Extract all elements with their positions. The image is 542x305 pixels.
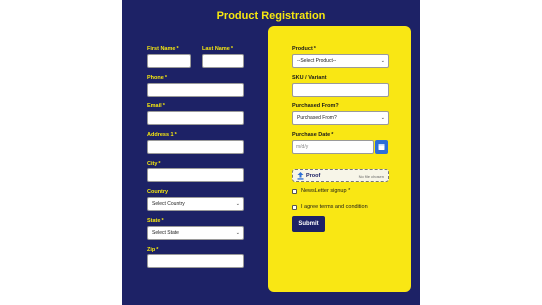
required-mark: * (331, 132, 334, 138)
country-select-value: Select Country (152, 201, 185, 207)
address1-input[interactable] (147, 140, 244, 154)
purchased-from-select[interactable]: Purchased From? ⌄ (292, 111, 389, 125)
address1-label: Address 1* (147, 132, 177, 139)
purchase-date-label-text: Purchase Date (292, 132, 331, 138)
country-select[interactable]: Select Country ⌄ (147, 197, 244, 211)
first-name-label: First Name* (147, 46, 179, 53)
purchased-from-label: Purchased From? (292, 103, 339, 109)
state-select[interactable]: Select State ⌄ (147, 226, 244, 240)
newsletter-checkbox[interactable] (292, 189, 297, 194)
required-mark: * (174, 132, 177, 138)
phone-input[interactable] (147, 83, 244, 97)
zip-input[interactable] (147, 254, 244, 268)
last-name-input[interactable] (202, 54, 244, 68)
product-label-text: Product (292, 46, 313, 52)
product-select-value: --Select Product-- (297, 58, 337, 64)
chevron-down-icon: ⌄ (235, 201, 240, 207)
sku-label: SKU / Variant (292, 75, 327, 81)
chevron-down-icon: ⌄ (380, 58, 385, 64)
purchase-date-input[interactable]: m/d/y (292, 140, 374, 154)
sku-input[interactable] (292, 83, 389, 97)
product-select[interactable]: --Select Product-- ⌄ (292, 54, 389, 68)
purchase-date-label: Purchase Date* (292, 132, 333, 139)
terms-checkbox[interactable] (292, 205, 297, 210)
last-name-label: Last Name* (202, 46, 233, 53)
state-label: State* (147, 218, 164, 225)
phone-label: Phone* (147, 75, 167, 82)
first-name-label-text: First Name (147, 46, 176, 52)
newsletter-label-text: NewsLetter signup (301, 188, 347, 194)
calendar-button[interactable] (375, 140, 388, 154)
city-input[interactable] (147, 168, 244, 182)
zip-label-text: Zip (147, 247, 156, 253)
state-select-value: Select State (152, 230, 179, 236)
email-label: Email* (147, 103, 165, 110)
country-label: Country (147, 189, 169, 195)
product-label: Product* (292, 46, 316, 53)
address1-label-text: Address 1 (147, 132, 174, 138)
upload-icon (297, 172, 304, 180)
email-input[interactable] (147, 111, 244, 125)
required-mark: * (161, 218, 164, 224)
newsletter-label: NewsLetter signup * (301, 188, 350, 195)
proof-hint: No file chosen (358, 173, 384, 179)
page-title: Product Registration (216, 10, 326, 22)
chevron-down-icon: ⌄ (380, 115, 385, 121)
required-mark: * (176, 46, 179, 52)
submit-button[interactable]: Submit (292, 216, 325, 232)
required-mark: * (164, 75, 167, 81)
required-mark: * (156, 247, 159, 253)
city-label-text: City (147, 161, 158, 167)
required-mark: * (230, 46, 233, 52)
required-mark: * (158, 161, 161, 167)
chevron-down-icon: ⌄ (235, 230, 240, 236)
phone-label-text: Phone (147, 75, 164, 81)
city-label: City* (147, 161, 161, 168)
proof-label: Proof (306, 173, 321, 179)
zip-label: Zip* (147, 247, 158, 254)
state-label-text: State (147, 218, 161, 224)
required-mark: * (162, 103, 165, 109)
required-mark: * (348, 188, 351, 194)
terms-label: I agree terms and condition (301, 204, 368, 210)
calendar-icon (378, 144, 385, 150)
last-name-label-text: Last Name (202, 46, 230, 52)
product-card: Product* --Select Product-- ⌄ SKU / Vari… (268, 26, 411, 292)
proof-upload[interactable]: Proof No file chosen (292, 169, 389, 182)
first-name-input[interactable] (147, 54, 191, 68)
purchased-from-select-value: Purchased From? (297, 115, 337, 121)
required-mark: * (313, 46, 316, 52)
registration-panel: Product Registration First Name* Last Na… (122, 0, 420, 305)
email-label-text: Email (147, 103, 162, 109)
